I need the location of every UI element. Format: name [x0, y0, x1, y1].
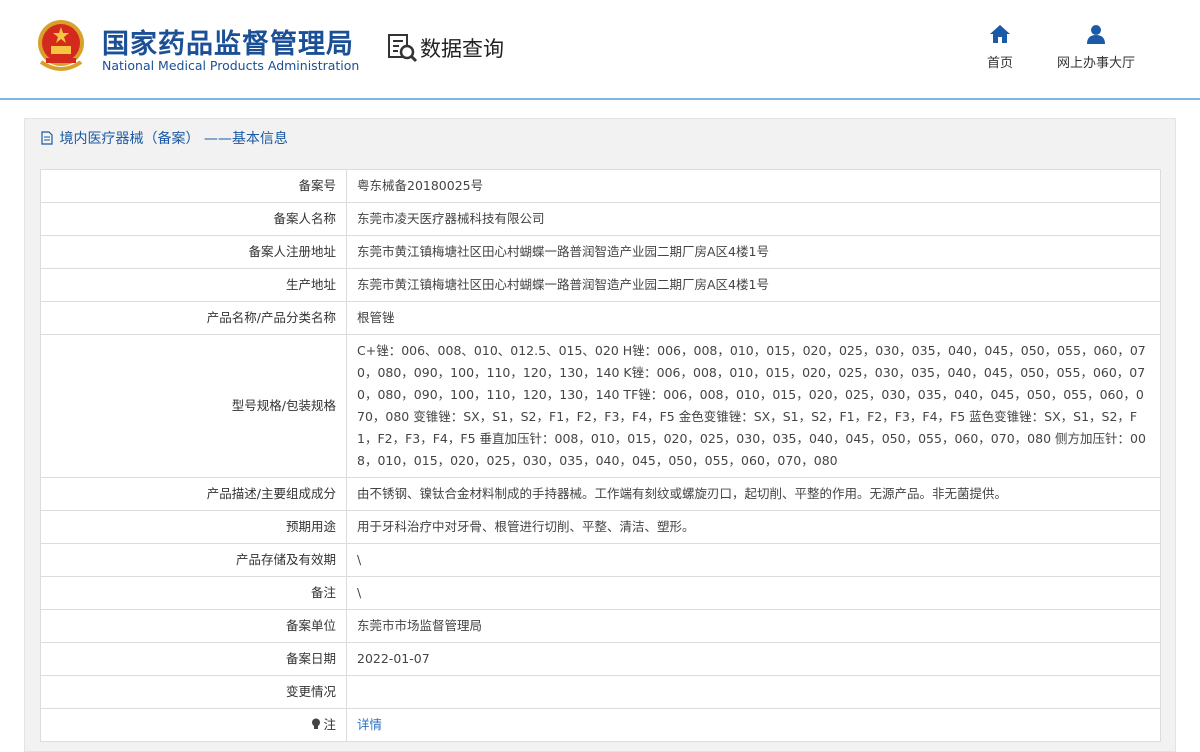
section-title: 数据查询 [420, 37, 504, 61]
table-row: 备案人名称 东莞市凌天医疗器械科技有限公司 [40, 202, 1161, 236]
home-icon [990, 25, 1010, 43]
field-label: 备案单位 [40, 609, 347, 643]
field-value: 根管锉 [346, 301, 1161, 335]
table-row: 备案单位 东莞市市场监督管理局 [40, 609, 1161, 643]
nav-home-label: 首页 [986, 56, 1013, 71]
nav-home-link[interactable]: 首页 [984, 24, 1016, 71]
table-row: 产品名称/产品分类名称 根管锉 [40, 301, 1161, 335]
table-row: 产品存储及有效期 \ [40, 543, 1161, 577]
document-icon [41, 131, 53, 145]
field-value: 2022-01-07 [346, 642, 1161, 676]
table-row: 产品描述/主要组成成分 由不锈钢、镍钛合金材料制成的手持器械。工作端有刻纹或螺旋… [40, 477, 1161, 511]
nav-online-hall-link[interactable]: 网上办事大厅 [1052, 24, 1140, 71]
field-value: C+锉：006、008、010、012.5、015、020 H锉：006，008… [346, 334, 1161, 478]
table-row: 注 详情 [40, 708, 1161, 742]
national-emblem-icon [38, 20, 84, 71]
field-value: 东莞市市场监督管理局 [346, 609, 1161, 643]
field-value: 东莞市黄江镇梅塘社区田心村蝴蝶一路普润智造产业园二期厂房A区4楼1号 [346, 235, 1161, 269]
table-row: 备案日期 2022-01-07 [40, 642, 1161, 676]
site-header: 国家药品监督管理局 National Medical Products Admi… [0, 0, 1200, 100]
note-label-cell: 注 [40, 708, 347, 742]
field-value: 用于牙科治疗中对牙骨、根管进行切削、平整、清洁、塑形。 [346, 510, 1161, 544]
panel-title-text: 境内医疗器械（备案） ——基本信息 [59, 131, 288, 147]
user-icon [1087, 25, 1105, 44]
nav-online-hall-label: 网上办事大厅 [1056, 56, 1135, 71]
field-value: 粤东械备20180025号 [346, 169, 1161, 203]
field-value: 东莞市黄江镇梅塘社区田心村蝴蝶一路普润智造产业园二期厂房A区4楼1号 [346, 268, 1161, 302]
field-value [346, 675, 1161, 709]
field-label: 生产地址 [40, 268, 347, 302]
record-info-table: 备案号 粤东械备20180025号 备案人名称 东莞市凌天医疗器械科技有限公司 … [40, 169, 1161, 742]
field-label: 产品存储及有效期 [40, 543, 347, 577]
field-label: 变更情况 [40, 675, 347, 709]
org-name-cn: 国家药品监督管理局 [102, 29, 354, 60]
org-name-en: National Medical Products Administration [102, 58, 360, 73]
field-label: 备案人注册地址 [40, 235, 347, 269]
table-row: 预期用途 用于牙科治疗中对牙骨、根管进行切削、平整、清洁、塑形。 [40, 510, 1161, 544]
field-label: 备案日期 [40, 642, 347, 676]
field-value: \ [346, 543, 1161, 577]
field-value: \ [346, 576, 1161, 610]
table-row: 生产地址 东莞市黄江镇梅塘社区田心村蝴蝶一路普润智造产业园二期厂房A区4楼1号 [40, 268, 1161, 302]
table-row: 变更情况 [40, 675, 1161, 709]
field-label: 产品描述/主要组成成分 [40, 477, 347, 511]
data-query-icon [388, 34, 418, 63]
field-value: 东莞市凌天医疗器械科技有限公司 [346, 202, 1161, 236]
field-label: 备案人名称 [40, 202, 347, 236]
field-label: 预期用途 [40, 510, 347, 544]
field-label: 型号规格/包装规格 [40, 334, 347, 478]
table-row: 型号规格/包装规格 C+锉：006、008、010、012.5、015、020 … [40, 334, 1161, 478]
table-row: 备注 \ [40, 576, 1161, 610]
field-value: 由不锈钢、镍钛合金材料制成的手持器械。工作端有刻纹或螺旋刃口，起切削、平整的作用… [346, 477, 1161, 511]
table-row: 备案号 粤东械备20180025号 [40, 169, 1161, 203]
field-value-cell: 详情 [346, 708, 1161, 742]
field-label: 备注 [40, 576, 347, 610]
lightbulb-icon [312, 718, 321, 729]
field-label: 备案号 [40, 169, 347, 203]
record-panel: 境内医疗器械（备案） ——基本信息 备案号 粤东械备20180025号 备案人名… [24, 118, 1176, 752]
panel-title: 境内医疗器械（备案） ——基本信息 [25, 119, 1175, 159]
field-label: 产品名称/产品分类名称 [40, 301, 347, 335]
details-link[interactable]: 详情 [357, 717, 382, 732]
table-row: 备案人注册地址 东莞市黄江镇梅塘社区田心村蝴蝶一路普润智造产业园二期厂房A区4楼… [40, 235, 1161, 269]
field-label: 注 [323, 717, 336, 732]
